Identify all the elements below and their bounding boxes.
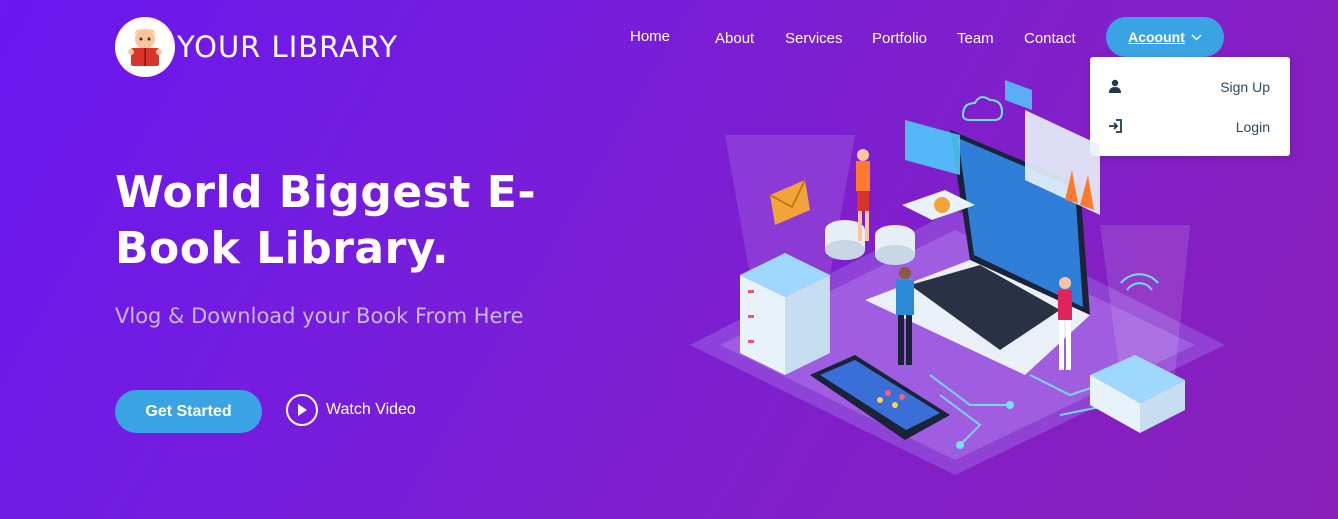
nav-team[interactable]: Team xyxy=(957,30,994,47)
watch-video-label: Watch Video xyxy=(326,401,416,418)
nav-contact[interactable]: Contact xyxy=(1024,30,1076,47)
nav-about[interactable]: About xyxy=(715,30,754,47)
watch-video-link[interactable]: Watch Video xyxy=(286,394,416,426)
chevron-down-icon xyxy=(1191,30,1202,44)
nav-home[interactable]: Home xyxy=(630,28,670,45)
play-icon xyxy=(286,394,318,426)
account-label: Acoount xyxy=(1128,29,1185,45)
hero-subtitle: Vlog & Download your Book From Here xyxy=(115,304,524,328)
get-started-button[interactable]: Get Started xyxy=(115,390,262,433)
isometric-laptop-servers-illustration xyxy=(680,75,1230,479)
login-label: Login xyxy=(1235,119,1270,135)
account-button[interactable]: Acoount xyxy=(1106,17,1224,57)
hero-title: World Biggest E-Book Library. xyxy=(115,167,537,274)
nav-services[interactable]: Services xyxy=(785,30,843,47)
nav-portfolio[interactable]: Portfolio xyxy=(872,30,927,47)
